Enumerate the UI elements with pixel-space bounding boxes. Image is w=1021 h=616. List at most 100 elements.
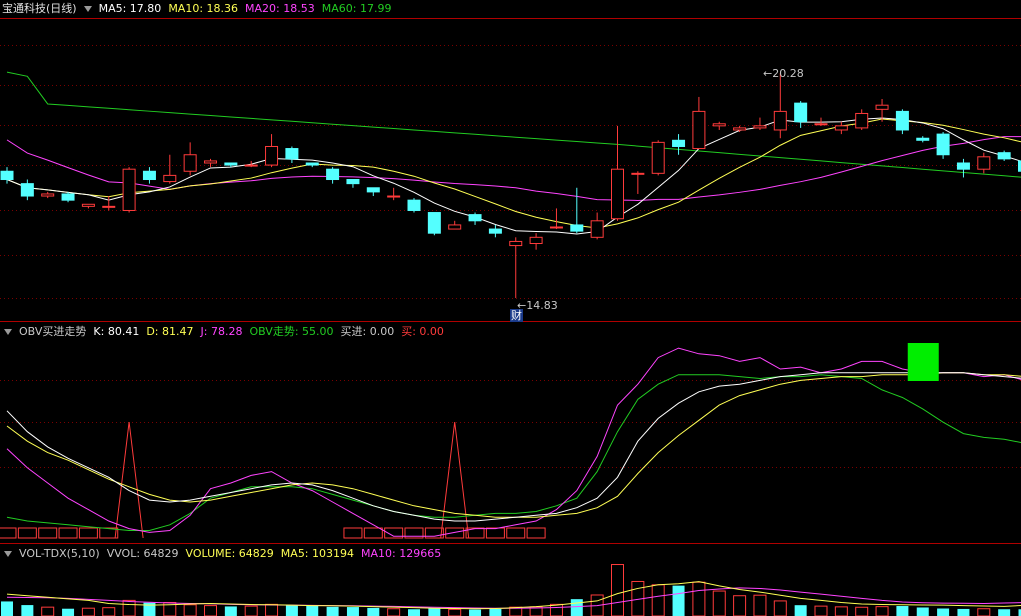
ma10-line: [6, 118, 1021, 229]
indicator-dropdown-icon[interactable]: [4, 551, 12, 557]
volume-bar-up: [122, 599, 136, 616]
obv-k-label: K: 80.41: [93, 325, 140, 338]
volume-legend: VOL-TDX(5,10) VVOL: 64829 VOLUME: 64829 …: [0, 545, 448, 563]
obv-buy-bar: [485, 527, 505, 539]
candle-down: [916, 137, 930, 141]
candle-up: [204, 160, 217, 164]
obv-trend-line: [6, 374, 1021, 531]
obv-legend: OBV买进走势 K: 80.41 D: 81.47 J: 78.28 OBV走势…: [0, 323, 451, 341]
vol-title[interactable]: VOL-TDX(5,10): [19, 545, 100, 563]
candle-down: [0, 170, 14, 181]
volume-bar-down: [62, 608, 75, 616]
obv-buy-bar: [17, 527, 37, 539]
candle-up: [122, 168, 136, 211]
price-pane[interactable]: 宝通科技(日线) MA5: 17.80 MA10: 18.36 MA20: 18…: [0, 0, 1021, 322]
volume-bar-up: [875, 606, 889, 616]
price-chart[interactable]: [0, 0, 1021, 322]
candle-down: [326, 168, 340, 181]
candle-down: [956, 162, 970, 170]
candle-up: [549, 226, 563, 229]
obv-k-line: [6, 372, 1021, 522]
volume-bar-up: [81, 607, 95, 616]
candle-up: [265, 145, 279, 166]
volume-bar-up: [549, 603, 563, 616]
candle-up: [529, 236, 543, 245]
volume-bar-down: [489, 608, 502, 616]
volume-bar-up: [183, 604, 197, 616]
volume-bar-up: [977, 608, 991, 616]
candle-down: [794, 102, 808, 123]
candle-up: [41, 193, 55, 197]
obv-buy-bar: [38, 527, 58, 539]
low-price-marker: ←14.83: [517, 299, 558, 312]
obv-chart[interactable]: [0, 322, 1021, 544]
volume-bar-up: [773, 600, 787, 616]
volume-bar-down: [326, 606, 339, 616]
volume-bar-down: [957, 608, 970, 616]
ma60-label: MA60: 17.99: [321, 2, 392, 15]
volume-bar-up: [855, 606, 869, 616]
obv-j-label: J: 78.28: [200, 325, 243, 338]
volume-bar-down: [794, 605, 807, 616]
volume-bar-down: [469, 609, 482, 616]
volume-bar-up: [448, 608, 462, 616]
candle-up: [814, 123, 828, 126]
candle-down: [488, 228, 502, 234]
obv-buy-bar: [58, 527, 78, 539]
obv-d-label: D: 81.47: [146, 325, 194, 338]
candle-down: [427, 212, 441, 234]
obv-pane[interactable]: OBV买进走势 K: 80.41 D: 81.47 J: 78.28 OBV走势…: [0, 322, 1021, 544]
candle-down: [285, 148, 299, 160]
candle-up: [448, 224, 462, 230]
ma20-line: [6, 136, 1021, 201]
candle-up: [509, 240, 523, 247]
volume-bar-down: [896, 606, 909, 616]
volume-bar-down: [285, 605, 298, 616]
financial-report-badge[interactable]: 财: [510, 309, 523, 322]
candle-down: [61, 193, 75, 201]
volume-pane[interactable]: VOL-TDX(5,10) VVOL: 64829 VOLUME: 64829 …: [0, 544, 1021, 616]
candle-down: [346, 179, 360, 185]
candle-down: [936, 133, 950, 156]
ma5-label: MA5: 17.80: [98, 2, 162, 15]
volume-bar-down: [306, 606, 319, 616]
obv-buy-label: 买进: 0.00: [340, 325, 395, 338]
volume-bar-down: [224, 606, 237, 616]
candle-up: [651, 141, 665, 174]
obv-signal-box: [907, 343, 939, 381]
volume-bar-up: [387, 608, 401, 616]
candle-up: [753, 125, 767, 129]
candle-up: [875, 104, 889, 110]
ma20-label: MA20: 18.53: [245, 2, 315, 15]
candle-up: [692, 110, 706, 150]
candle-up: [834, 125, 848, 131]
arrow-left-icon: ←: [763, 67, 773, 80]
candle-down: [570, 224, 584, 232]
obv-buy-bar: [0, 527, 17, 539]
obv-buy-bar: [343, 527, 363, 539]
candle-down: [224, 162, 238, 166]
candle-down: [895, 110, 909, 131]
vol-ma5-label: MA5: 103194: [280, 547, 355, 560]
legend-dropdown-icon[interactable]: [83, 6, 92, 12]
candle-down: [142, 170, 156, 181]
obv-buy-bar: [363, 527, 383, 539]
volume-bar-up: [611, 564, 624, 616]
obv-buy-bar: [526, 527, 546, 539]
low-price-label: 14.83: [526, 299, 558, 312]
volume-bar-up: [265, 603, 279, 616]
obv-d-line: [6, 372, 1021, 518]
candle-up: [611, 168, 624, 220]
volume-bar-down: [672, 585, 685, 616]
indicator-dropdown-icon[interactable]: [4, 329, 12, 335]
candle-down: [468, 214, 482, 222]
candle-up: [183, 154, 197, 172]
volume-bar-up: [651, 584, 665, 616]
candle-down: [997, 152, 1011, 160]
candle-up: [244, 164, 258, 167]
volume-bar-down: [570, 599, 583, 616]
obv-title[interactable]: OBV买进走势: [19, 323, 86, 341]
obv-signal-spike: [114, 421, 144, 539]
vol-ma5-line: [6, 581, 1021, 610]
ma60-line: [6, 71, 1021, 178]
